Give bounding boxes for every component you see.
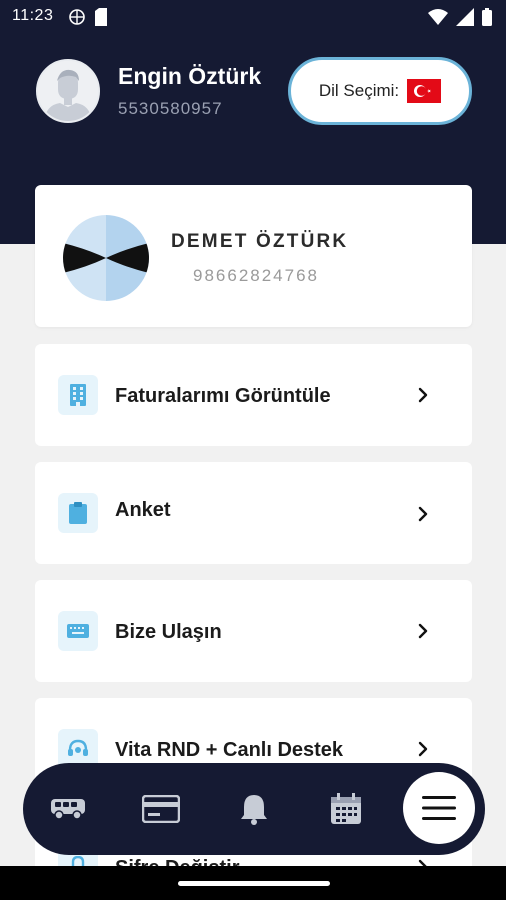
status-system-icons bbox=[428, 8, 492, 26]
globe-icon bbox=[69, 9, 85, 25]
chevron-right-icon bbox=[418, 623, 428, 639]
menu-icon bbox=[422, 796, 456, 820]
company-id: 98662824768 bbox=[193, 266, 320, 285]
menu-item-label: Faturalarımı Görüntüle bbox=[115, 385, 331, 407]
company-name: DEMET ÖZTÜRK bbox=[171, 231, 349, 252]
home-gesture-handle[interactable] bbox=[178, 881, 330, 886]
sim-card-icon bbox=[95, 8, 107, 26]
language-select-button[interactable]: Dil Seçimi: bbox=[288, 57, 472, 125]
avatar[interactable] bbox=[36, 59, 100, 123]
menu-item-label: Anket bbox=[115, 499, 171, 521]
menu-item-label: Vita RND + Canlı Destek bbox=[115, 739, 344, 761]
signal-icon bbox=[456, 8, 474, 26]
clipboard-icon bbox=[58, 493, 98, 533]
menu-item-contact[interactable]: Bize Ulaşın bbox=[35, 580, 472, 682]
status-time: 11:23 bbox=[12, 7, 54, 24]
company-logo bbox=[63, 215, 149, 301]
bell-icon bbox=[241, 795, 267, 825]
status-bar: 11:23 bbox=[0, 0, 506, 34]
nav-bus-button[interactable] bbox=[44, 785, 92, 833]
nav-notifications-button[interactable] bbox=[230, 785, 278, 833]
company-card[interactable]: DEMET ÖZTÜRK 98662824768 bbox=[35, 185, 472, 327]
chevron-right-icon bbox=[418, 506, 428, 522]
bottom-nav bbox=[23, 763, 485, 855]
user-phone: 5530580957 bbox=[118, 99, 223, 118]
user-name: Engin Öztürk bbox=[118, 63, 262, 89]
nav-calendar-button[interactable] bbox=[322, 785, 370, 833]
nav-card-button[interactable] bbox=[137, 785, 185, 833]
status-notification-icons bbox=[68, 8, 108, 26]
user-silhouette-icon bbox=[38, 61, 98, 121]
building-icon bbox=[58, 375, 98, 415]
nav-menu-button[interactable] bbox=[403, 772, 475, 844]
battery-icon bbox=[482, 8, 492, 26]
chevron-right-icon bbox=[418, 741, 428, 757]
menu-item-label: Bize Ulaşın bbox=[115, 621, 222, 643]
keyboard-icon bbox=[58, 611, 98, 651]
system-navigation-bar bbox=[0, 866, 506, 900]
language-label: Dil Seçimi: bbox=[318, 81, 400, 100]
bus-icon bbox=[51, 799, 85, 820]
menu-item-invoices[interactable]: Faturalarımı Görüntüle bbox=[35, 344, 472, 446]
chevron-right-icon bbox=[418, 387, 428, 403]
menu-item-survey[interactable]: Anket bbox=[35, 462, 472, 564]
wifi-icon bbox=[428, 9, 448, 25]
calendar-icon bbox=[331, 793, 361, 824]
turkey-flag-icon bbox=[407, 79, 442, 103]
card-icon bbox=[142, 795, 180, 823]
